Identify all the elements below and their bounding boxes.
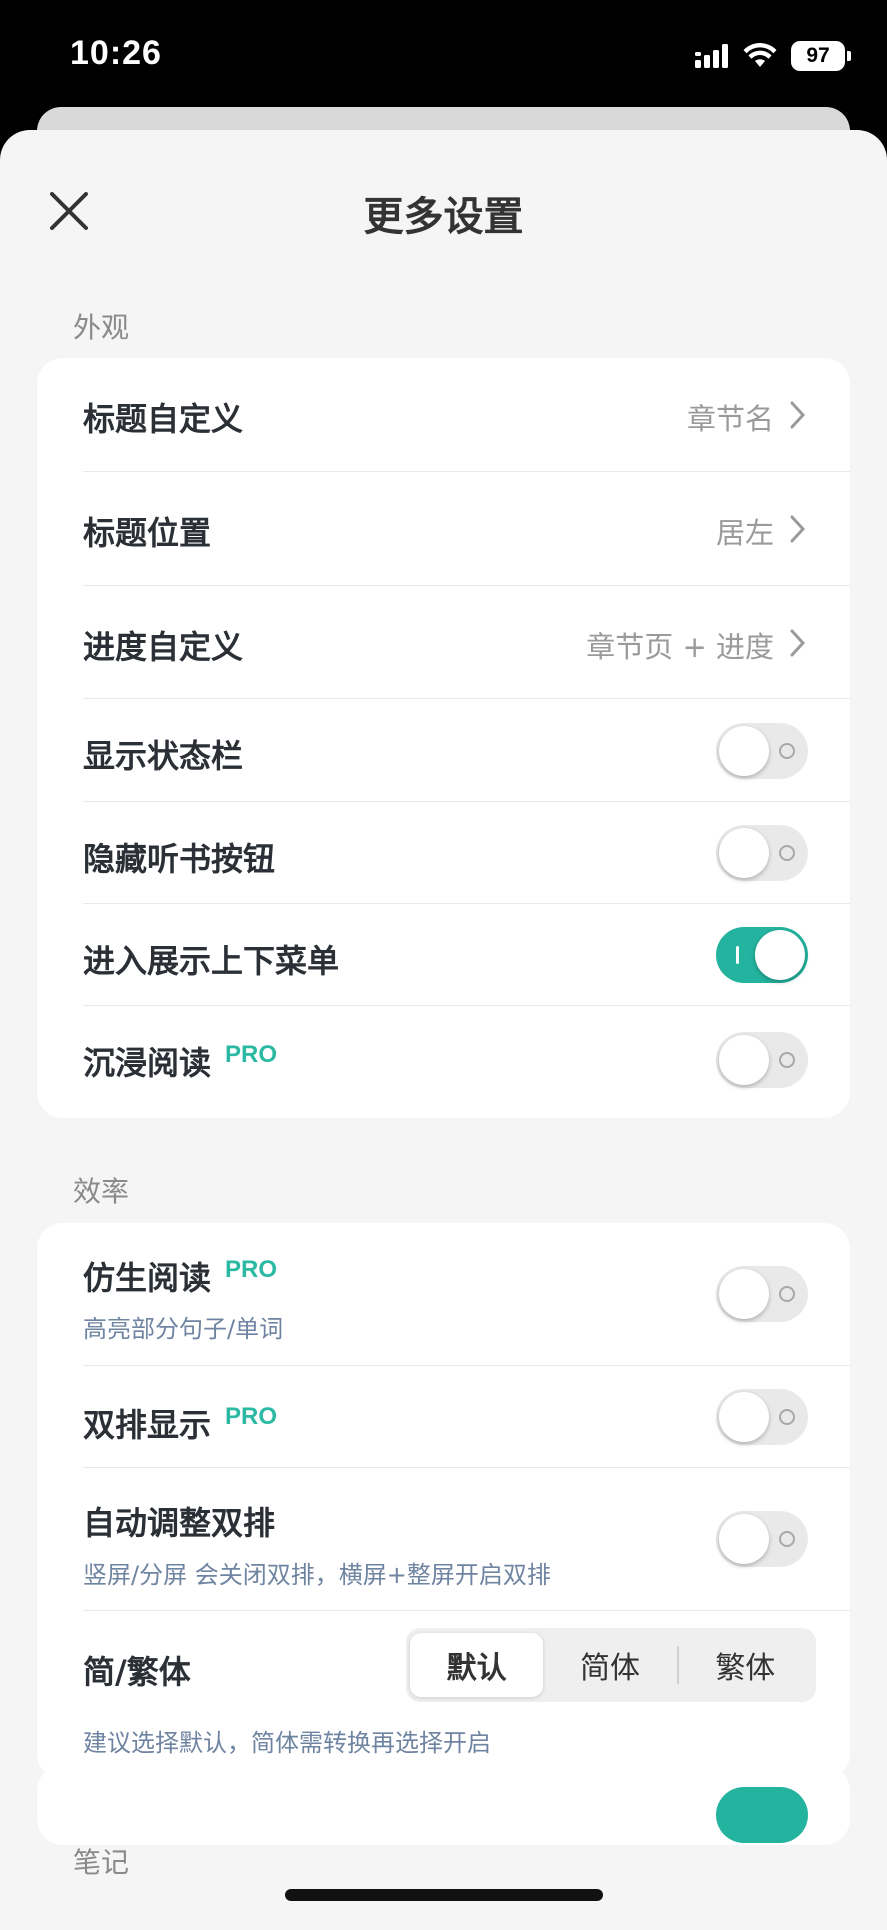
battery-indicator: 97 xyxy=(791,41,851,71)
segment-traditional[interactable]: 繁体 xyxy=(679,1633,812,1697)
row-label: 标题位置 xyxy=(83,514,212,552)
segment-default[interactable]: 默认 xyxy=(410,1633,544,1697)
title-custom-row[interactable]: 标题自定义 章节名 xyxy=(37,358,850,472)
show-status-bar-row: 显示状态栏 xyxy=(37,699,850,802)
row-label-text: 沉浸阅读 xyxy=(83,1044,212,1082)
efficiency-card: 仿生阅读 PRO 高亮部分句子/单词 双排显示 PRO 自动调整双排 竖屏/分屏 会… xyxy=(37,1223,850,1780)
hide-listen-button-row: 隐藏听书按钮 xyxy=(37,802,850,904)
pro-badge: PRO xyxy=(225,1041,278,1068)
page-title: 更多设置 xyxy=(363,194,524,240)
title-position-row[interactable]: 标题位置 居左 xyxy=(37,472,850,586)
show-menus-toggle[interactable] xyxy=(716,927,808,983)
bionic-reading-row: 仿生阅读 PRO 高亮部分句子/单词 xyxy=(37,1223,850,1366)
row-label: 自动调整双排 xyxy=(83,1504,276,1542)
immersive-reading-row: 沉浸阅读 PRO xyxy=(37,1006,850,1116)
status-icons: 97 xyxy=(695,38,851,74)
chevron-right-icon xyxy=(790,629,806,657)
row-subtitle: 高亮部分句子/单词 xyxy=(83,1315,284,1343)
bionic-reading-toggle[interactable] xyxy=(716,1266,808,1322)
row-label: 进度自定义 xyxy=(83,628,244,666)
hide-listen-button-toggle[interactable] xyxy=(716,825,808,881)
row-label: 双排显示 PRO xyxy=(83,1400,277,1446)
notes-toggle[interactable] xyxy=(716,1787,808,1843)
row-label-text: 仿生阅读 xyxy=(83,1259,212,1297)
segment-simplified[interactable]: 简体 xyxy=(543,1633,676,1697)
row-label: 沉浸阅读 PRO xyxy=(83,1038,277,1084)
section-label-efficiency: 效率 xyxy=(73,1175,130,1208)
auto-dual-column-toggle[interactable] xyxy=(716,1511,808,1567)
script-mode-hint: 建议选择默认，简体需转换再选择开启 xyxy=(83,1729,491,1757)
home-indicator[interactable] xyxy=(285,1889,603,1901)
status-bar: 10:26 97 xyxy=(0,0,887,110)
status-time: 10:26 xyxy=(70,34,162,72)
auto-dual-column-row: 自动调整双排 竖屏/分屏 会关闭双排，横屏+整屏开启双排 xyxy=(37,1468,850,1611)
dual-column-row: 双排显示 PRO xyxy=(37,1366,850,1468)
appearance-card: 标题自定义 章节名 标题位置 居左 进度自定义 章节页 + 进度 显示状态栏 隐… xyxy=(37,358,850,1118)
row-label-text: 双排显示 xyxy=(83,1406,212,1444)
progress-custom-row[interactable]: 进度自定义 章节页 + 进度 xyxy=(37,586,850,699)
chevron-right-icon xyxy=(790,515,806,543)
row-value: 居左 xyxy=(715,516,774,550)
section-label-appearance: 外观 xyxy=(73,311,130,344)
script-mode-row: 简/繁体 默认 简体 繁体 建议选择默认，简体需转换再选择开启 xyxy=(37,1611,850,1780)
immersive-reading-toggle[interactable] xyxy=(716,1032,808,1088)
notes-card xyxy=(37,1765,850,1845)
script-mode-segmented-control: 默认 简体 繁体 xyxy=(406,1628,816,1702)
row-label: 简/繁体 xyxy=(83,1653,191,1691)
row-label: 仿生阅读 PRO xyxy=(83,1253,277,1299)
row-value: 章节页 + 进度 xyxy=(586,630,774,664)
row-value: 章节名 xyxy=(686,402,774,436)
row-label: 隐藏听书按钮 xyxy=(83,840,276,878)
cellular-signal-icon xyxy=(695,44,728,68)
chevron-right-icon xyxy=(790,401,806,429)
wifi-icon xyxy=(743,43,777,67)
row-label: 进入展示上下菜单 xyxy=(83,942,340,980)
row-label: 标题自定义 xyxy=(83,400,244,438)
show-menus-row: 进入展示上下菜单 xyxy=(37,904,850,1006)
dual-column-toggle[interactable] xyxy=(716,1389,808,1445)
pro-badge: PRO xyxy=(225,1256,278,1283)
show-status-bar-toggle[interactable] xyxy=(716,723,808,779)
row-subtitle: 竖屏/分屏 会关闭双排，横屏+整屏开启双排 xyxy=(83,1561,551,1589)
settings-sheet: 更多设置 外观 标题自定义 章节名 标题位置 居左 进度自定义 章节页 + 进度… xyxy=(0,130,887,1930)
row-label: 显示状态栏 xyxy=(83,737,244,775)
pro-badge: PRO xyxy=(225,1403,278,1430)
section-label-notes: 笔记 xyxy=(73,1846,130,1879)
